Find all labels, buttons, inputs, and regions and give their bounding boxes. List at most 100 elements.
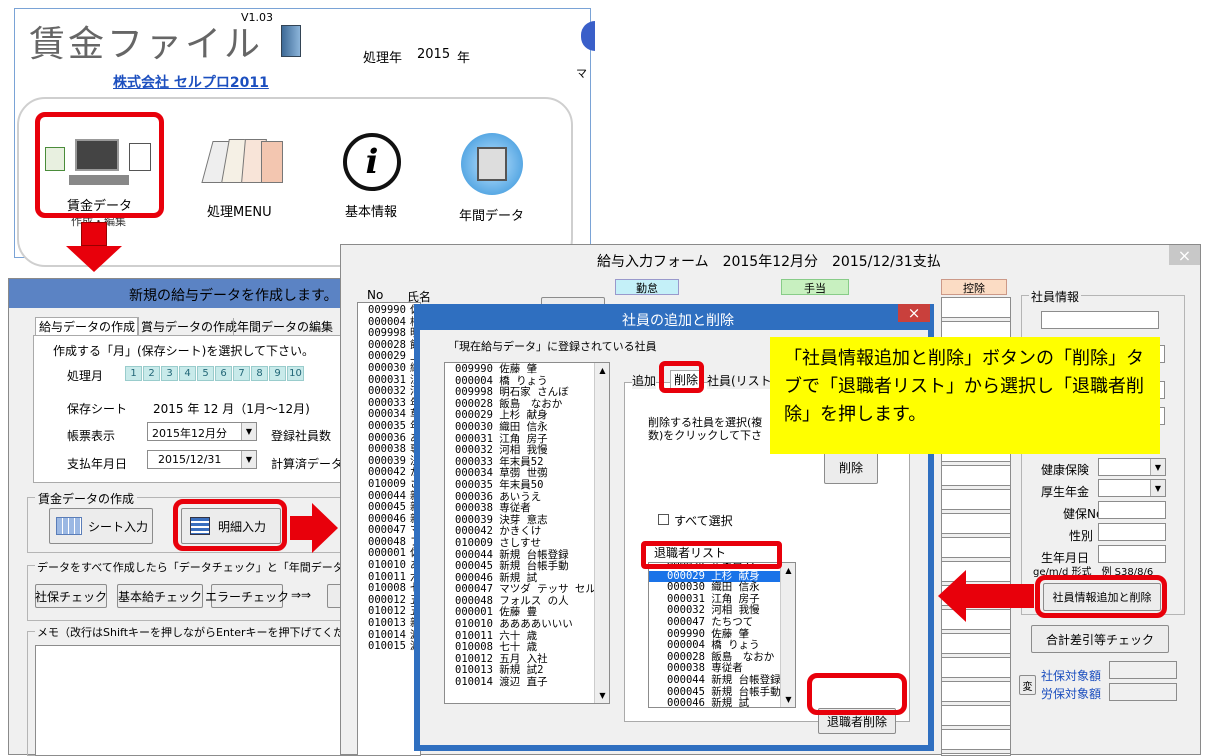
delete-button[interactable]: 削除 [824,450,878,484]
list-item[interactable]: 000038 [368,444,406,456]
delete-label: 削除 [838,460,863,475]
list-item[interactable]: 000035 [368,420,406,433]
month-cell[interactable]: 2 [143,366,160,381]
form-select-value: 2015年12月分 [152,427,227,440]
list-item[interactable]: 000004 橋 りょう [649,640,781,652]
month-cell[interactable]: 6 [215,366,232,381]
month-cell[interactable]: 5 [197,366,214,381]
month-cell[interactable]: 9 [269,366,286,381]
list-item[interactable]: 010010 [368,559,406,572]
list-item[interactable]: 000032 河相 我慢 [455,445,606,457]
list-item[interactable]: 010013 [368,617,406,630]
henko-button[interactable]: 変 [1019,675,1036,695]
tab-annual[interactable]: 年間データの編集 [233,318,333,335]
chevron-down-icon[interactable]: ▼ [241,423,256,440]
kenko-label: 健康保険 [1041,463,1090,477]
tab-salary[interactable]: 給与データの作成 [35,317,140,335]
menu-basic-label: 基本情報 [345,205,398,220]
menu-process[interactable]: 処理MENU [201,127,291,227]
month-instruction: 作成する「月」(保存シート)を選択して下さい。 [53,344,315,358]
employee-no-column: 009990 000004 009998 000028 000029 000030 0000… [368,304,406,653]
month-selector[interactable]: 1 2 3 4 5 6 7 8 9 10 [125,365,355,381]
list-item[interactable]: 000047 たちつて [649,616,781,629]
month-cell[interactable]: 3 [161,366,178,381]
employee-list[interactable]: 009990 000004 009998 000028 000029 000030 0000… [357,302,421,756]
close-button[interactable]: × [1169,245,1200,265]
rouho-field [1109,683,1177,701]
kenpo-no-field[interactable] [1098,501,1166,519]
base-pay-check-button[interactable]: 基本給チェック [117,584,203,608]
scroll-up-icon[interactable]: ▲ [595,363,609,378]
list-item[interactable]: 000038 専従者 [455,503,606,515]
shaho-check-label: 社保チェック [35,589,108,604]
list-item[interactable]: 000044 新規 台帳登録 [649,674,781,687]
tab-bonus[interactable]: 賞与データの作成 [137,318,237,335]
tab-add[interactable]: 追加 [632,372,657,389]
scrollbar[interactable]: ▲ ▼ [594,363,609,703]
menu-process-label: 処理MENU [207,205,272,220]
shaho-check-button[interactable]: 社保チェック [35,584,107,608]
list-item[interactable]: 010015 [368,641,406,653]
list-item[interactable]: 000045 新規 台帳手動 [455,560,606,573]
pay-date-select[interactable]: 2015/12/31 ▼ [147,450,257,469]
kenko-select[interactable]: ▼ [1098,458,1166,476]
col-no: No [367,288,384,302]
form-select[interactable]: 2015年12月分 ▼ [147,422,257,441]
list-item[interactable]: 000030 織田 信永 [455,421,606,434]
month-cell[interactable]: 10 [287,366,304,381]
chevron-down-icon[interactable]: ▼ [1150,480,1165,496]
sex-field[interactable] [1098,523,1166,541]
file-cabinet-icon [461,133,523,195]
scrollbar[interactable]: ▲ ▼ [780,563,795,707]
list-item[interactable]: 010014 渡辺 直子 [455,676,606,689]
select-all-label: すべて選択 [674,514,733,528]
list-item[interactable]: 010010 ああああいいい [455,618,606,631]
current-employee-rows: 009990 佐藤 肇 000004 橋 りょう 009998 明石家 さんぼ 000… [455,363,606,689]
list-item[interactable]: 000035 年末員50 [455,479,606,492]
down-arrow [81,222,107,246]
scroll-down-icon[interactable]: ▼ [781,692,795,707]
sheet-input-button[interactable]: シート入力 [49,508,153,544]
month-cell[interactable]: 8 [251,366,268,381]
retired-list[interactable]: 000034 年末員52 000029 上杉 献身 000030 織田 信永 0000… [648,562,796,708]
teate-header: 手当 [781,279,849,295]
list-item[interactable]: 000045 [368,501,406,514]
kousei-select[interactable]: ▼ [1098,479,1166,497]
list-item[interactable]: 000032 [368,386,406,398]
month-label: 処理月 [67,369,104,383]
menu-basic-info[interactable]: i 基本情報 [335,127,415,227]
list-item[interactable]: 010009 [368,478,406,491]
dialog-close-button[interactable]: × [898,304,930,322]
form-label: 帳票表示 [67,429,116,443]
app-title: 賃金ファイル [29,24,264,65]
list-item[interactable]: 010009 さしすせ [455,537,606,550]
kousei-label: 厚生年金 [1041,485,1090,499]
list-item[interactable]: 000030 [368,362,406,375]
shain-info-label: 社員情報 [1029,288,1082,305]
scroll-down-icon[interactable]: ▼ [595,688,609,703]
company-link[interactable]: 株式会社 セルプロ2011 [113,72,269,92]
menu-annual[interactable]: 年間データ [455,127,535,227]
month-cell[interactable]: 1 [125,366,142,381]
shain-name-field[interactable] [1041,311,1159,329]
month-cell[interactable]: 4 [179,366,196,381]
month-cell[interactable]: 7 [233,366,250,381]
error-check-button[interactable]: エラーチェック [205,584,289,608]
list-item[interactable]: 000046 新規 試 [649,698,781,707]
scroll-up-icon[interactable]: ▲ [781,563,795,578]
right-arrow-head [312,503,338,553]
chevron-down-icon[interactable]: ▼ [241,451,256,468]
list-item[interactable]: 009990 [368,304,406,317]
retired-delete-label: 退職者削除 [826,714,887,729]
left-arrow-head [938,570,966,622]
list-item[interactable]: 009990 佐藤 肇 [455,363,606,376]
create-title: 新規の給与データを作成します。 [129,288,338,304]
select-all-checkbox[interactable] [658,514,669,525]
total-check-button[interactable]: 合計差引等チェック [1031,625,1169,653]
memo-textarea[interactable] [35,645,357,756]
chevron-down-icon[interactable]: ▼ [1150,459,1165,475]
birth-field[interactable] [1098,545,1166,563]
error-check-label: エラーチェック [205,589,290,604]
base-pay-check-label: 基本給チェック [118,589,203,604]
current-employee-list[interactable]: 009990 佐藤 肇 000004 橋 りょう 009998 明石家 さんぼ 000… [444,362,610,704]
